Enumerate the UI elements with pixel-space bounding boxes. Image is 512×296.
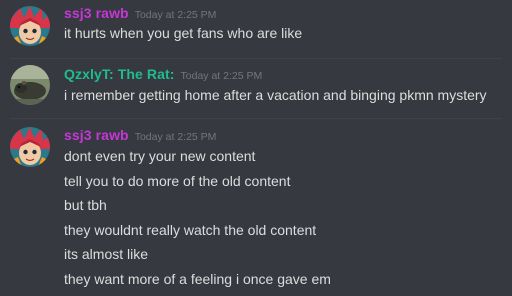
message-content: i remember getting home after a vacation… [64,85,504,110]
username[interactable]: ssj3 rawb [64,127,129,143]
message-divider [10,118,502,119]
message-line: but tbh [64,197,107,213]
message-header: ssj3 rawb Today at 2:25 PM [64,5,216,23]
chat-message-list: ssj3 rawb Today at 2:25 PM it hurts when … [0,0,512,296]
message-line: it hurts when you get fans who are like [64,25,303,41]
message-line: they wouldnt really watch the old conten… [64,221,317,238]
message-line: dont even try your new content [64,148,256,164]
timestamp: Today at 2:25 PM [134,131,217,143]
username[interactable]: QzxlyT: The Rat: [64,66,175,82]
message-header: ssj3 rawb Today at 2:25 PM [64,127,216,145]
message-line: its almost like [64,246,149,262]
message-divider [10,58,502,59]
message-group: QzxlyT: The Rat: Today at 2:25 PM i remem… [0,60,512,116]
timestamp: Today at 2:25 PM [180,70,263,82]
message-line: tell you to do more of the old content [64,172,291,189]
anime-character-avatar[interactable] [10,127,50,167]
message-content: it hurts when you get fans who are like [64,23,504,48]
anime-character-avatar[interactable] [10,6,50,46]
rat-photo-avatar[interactable] [10,65,50,105]
message-line: i remember getting home after a vacation… [64,87,487,103]
username[interactable]: ssj3 rawb [64,5,129,21]
message-group: ssj3 rawb Today at 2:25 PM dont even try … [0,120,512,296]
message-content: dont even try your new content tell you … [64,146,504,293]
timestamp: Today at 2:25 PM [134,9,217,21]
message-line: they want more of a feeling i once gave … [64,270,331,287]
message-header: QzxlyT: The Rat: Today at 2:25 PM [64,66,262,84]
message-group: ssj3 rawb Today at 2:25 PM it hurts when … [0,0,512,56]
